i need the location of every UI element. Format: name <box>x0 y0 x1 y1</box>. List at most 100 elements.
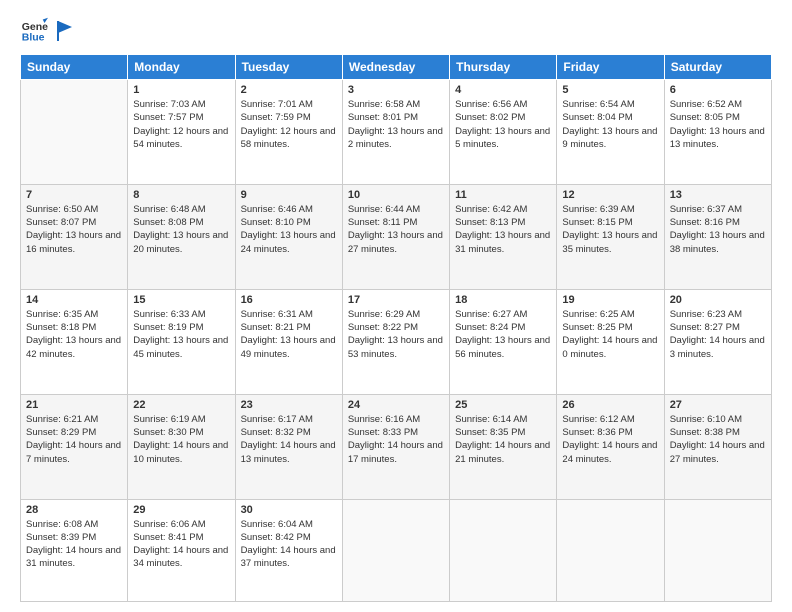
calendar-cell <box>342 499 449 602</box>
day-info: Sunrise: 6:04 AMSunset: 8:42 PMDaylight:… <box>241 518 337 571</box>
day-number: 24 <box>348 399 444 411</box>
day-info: Sunrise: 6:10 AMSunset: 8:38 PMDaylight:… <box>670 413 766 466</box>
week-row-4: 21 Sunrise: 6:21 AMSunset: 8:29 PMDayligh… <box>21 394 772 499</box>
day-number: 3 <box>348 84 444 96</box>
day-info: Sunrise: 6:25 AMSunset: 8:25 PMDaylight:… <box>562 308 658 361</box>
day-info: Sunrise: 6:39 AMSunset: 8:15 PMDaylight:… <box>562 203 658 256</box>
calendar-cell <box>21 80 128 185</box>
day-number: 21 <box>26 399 122 411</box>
day-info: Sunrise: 6:06 AMSunset: 8:41 PMDaylight:… <box>133 518 229 571</box>
day-number: 30 <box>241 504 337 516</box>
weekday-header-saturday: Saturday <box>664 55 771 80</box>
day-number: 8 <box>133 189 229 201</box>
day-number: 10 <box>348 189 444 201</box>
calendar-cell: 23 Sunrise: 6:17 AMSunset: 8:32 PMDayligh… <box>235 394 342 499</box>
day-info: Sunrise: 6:42 AMSunset: 8:13 PMDaylight:… <box>455 203 551 256</box>
calendar-cell <box>557 499 664 602</box>
calendar-cell: 1 Sunrise: 7:03 AMSunset: 7:57 PMDaylight… <box>128 80 235 185</box>
day-info: Sunrise: 6:19 AMSunset: 8:30 PMDaylight:… <box>133 413 229 466</box>
logo-flag-icon <box>56 19 74 41</box>
calendar-cell: 6Sunrise: 6:52 AMSunset: 8:05 PMDaylight… <box>664 80 771 185</box>
day-number: 28 <box>26 504 122 516</box>
day-number: 22 <box>133 399 229 411</box>
weekday-header-monday: Monday <box>128 55 235 80</box>
calendar-cell: 5Sunrise: 6:54 AMSunset: 8:04 PMDaylight… <box>557 80 664 185</box>
day-info: Sunrise: 6:31 AMSunset: 8:21 PMDaylight:… <box>241 308 337 361</box>
header: General Blue <box>20 16 772 44</box>
page: General Blue SundayMondayTuesdayWednesda… <box>0 0 792 612</box>
week-row-2: 7 Sunrise: 6:50 AMSunset: 8:07 PMDaylight… <box>21 184 772 289</box>
calendar-cell: 22 Sunrise: 6:19 AMSunset: 8:30 PMDayligh… <box>128 394 235 499</box>
day-number: 12 <box>562 189 658 201</box>
day-number: 6 <box>670 84 766 96</box>
week-row-5: 28Sunrise: 6:08 AMSunset: 8:39 PMDayligh… <box>21 499 772 602</box>
day-info: Sunrise: 6:17 AMSunset: 8:32 PMDaylight:… <box>241 413 337 466</box>
calendar-cell: 12 Sunrise: 6:39 AMSunset: 8:15 PMDayligh… <box>557 184 664 289</box>
calendar-table: SundayMondayTuesdayWednesdayThursdayFrid… <box>20 54 772 602</box>
day-number: 18 <box>455 294 551 306</box>
day-number: 27 <box>670 399 766 411</box>
calendar-cell: 18 Sunrise: 6:27 AMSunset: 8:24 PMDayligh… <box>450 289 557 394</box>
calendar-cell: 17 Sunrise: 6:29 AMSunset: 8:22 PMDayligh… <box>342 289 449 394</box>
week-row-1: 1 Sunrise: 7:03 AMSunset: 7:57 PMDaylight… <box>21 80 772 185</box>
day-number: 19 <box>562 294 658 306</box>
weekday-header-wednesday: Wednesday <box>342 55 449 80</box>
day-number: 20 <box>670 294 766 306</box>
calendar-cell: 16 Sunrise: 6:31 AMSunset: 8:21 PMDayligh… <box>235 289 342 394</box>
day-number: 25 <box>455 399 551 411</box>
day-info: Sunrise: 6:16 AMSunset: 8:33 PMDaylight:… <box>348 413 444 466</box>
day-number: 11 <box>455 189 551 201</box>
day-info: Sunrise: 6:27 AMSunset: 8:24 PMDaylight:… <box>455 308 551 361</box>
day-info: Sunrise: 6:46 AMSunset: 8:10 PMDaylight:… <box>241 203 337 256</box>
weekday-header-row: SundayMondayTuesdayWednesdayThursdayFrid… <box>21 55 772 80</box>
day-info: Sunrise: 6:44 AMSunset: 8:11 PMDaylight:… <box>348 203 444 256</box>
day-info: Sunrise: 6:29 AMSunset: 8:22 PMDaylight:… <box>348 308 444 361</box>
day-info: Sunrise: 7:03 AMSunset: 7:57 PMDaylight:… <box>133 98 229 151</box>
weekday-header-sunday: Sunday <box>21 55 128 80</box>
calendar-cell: 29 Sunrise: 6:06 AMSunset: 8:41 PMDayligh… <box>128 499 235 602</box>
day-number: 15 <box>133 294 229 306</box>
calendar-cell: 10 Sunrise: 6:44 AMSunset: 8:11 PMDayligh… <box>342 184 449 289</box>
day-number: 29 <box>133 504 229 516</box>
logo-icon: General Blue <box>20 16 48 44</box>
svg-text:Blue: Blue <box>22 32 45 44</box>
weekday-header-thursday: Thursday <box>450 55 557 80</box>
calendar-cell: 13 Sunrise: 6:37 AMSunset: 8:16 PMDayligh… <box>664 184 771 289</box>
calendar-cell: 14Sunrise: 6:35 AMSunset: 8:18 PMDayligh… <box>21 289 128 394</box>
calendar-cell <box>664 499 771 602</box>
day-number: 1 <box>133 84 229 96</box>
day-info: Sunrise: 7:01 AMSunset: 7:59 PMDaylight:… <box>241 98 337 151</box>
day-number: 26 <box>562 399 658 411</box>
calendar-cell: 8 Sunrise: 6:48 AMSunset: 8:08 PMDaylight… <box>128 184 235 289</box>
day-number: 13 <box>670 189 766 201</box>
calendar-cell: 2Sunrise: 7:01 AMSunset: 7:59 PMDaylight… <box>235 80 342 185</box>
calendar-cell: 19 Sunrise: 6:25 AMSunset: 8:25 PMDayligh… <box>557 289 664 394</box>
day-number: 23 <box>241 399 337 411</box>
logo: General Blue <box>20 16 74 44</box>
calendar-cell: 9 Sunrise: 6:46 AMSunset: 8:10 PMDaylight… <box>235 184 342 289</box>
day-info: Sunrise: 6:50 AMSunset: 8:07 PMDaylight:… <box>26 203 122 256</box>
day-number: 16 <box>241 294 337 306</box>
day-info: Sunrise: 6:23 AMSunset: 8:27 PMDaylight:… <box>670 308 766 361</box>
calendar-cell: 26 Sunrise: 6:12 AMSunset: 8:36 PMDayligh… <box>557 394 664 499</box>
weekday-header-friday: Friday <box>557 55 664 80</box>
day-info: Sunrise: 6:58 AMSunset: 8:01 PMDaylight:… <box>348 98 444 151</box>
day-info: Sunrise: 6:56 AMSunset: 8:02 PMDaylight:… <box>455 98 551 151</box>
day-number: 9 <box>241 189 337 201</box>
week-row-3: 14Sunrise: 6:35 AMSunset: 8:18 PMDayligh… <box>21 289 772 394</box>
day-info: Sunrise: 6:37 AMSunset: 8:16 PMDaylight:… <box>670 203 766 256</box>
calendar-cell: 30 Sunrise: 6:04 AMSunset: 8:42 PMDayligh… <box>235 499 342 602</box>
day-info: Sunrise: 6:21 AMSunset: 8:29 PMDaylight:… <box>26 413 122 466</box>
day-number: 7 <box>26 189 122 201</box>
calendar-cell: 11 Sunrise: 6:42 AMSunset: 8:13 PMDayligh… <box>450 184 557 289</box>
calendar-cell: 20 Sunrise: 6:23 AMSunset: 8:27 PMDayligh… <box>664 289 771 394</box>
day-number: 4 <box>455 84 551 96</box>
weekday-header-tuesday: Tuesday <box>235 55 342 80</box>
calendar-cell: 21 Sunrise: 6:21 AMSunset: 8:29 PMDayligh… <box>21 394 128 499</box>
day-info: Sunrise: 6:12 AMSunset: 8:36 PMDaylight:… <box>562 413 658 466</box>
day-number: 17 <box>348 294 444 306</box>
calendar-cell: 24 Sunrise: 6:16 AMSunset: 8:33 PMDayligh… <box>342 394 449 499</box>
calendar-cell <box>450 499 557 602</box>
day-info: Sunrise: 6:14 AMSunset: 8:35 PMDaylight:… <box>455 413 551 466</box>
day-info: Sunrise: 6:48 AMSunset: 8:08 PMDaylight:… <box>133 203 229 256</box>
